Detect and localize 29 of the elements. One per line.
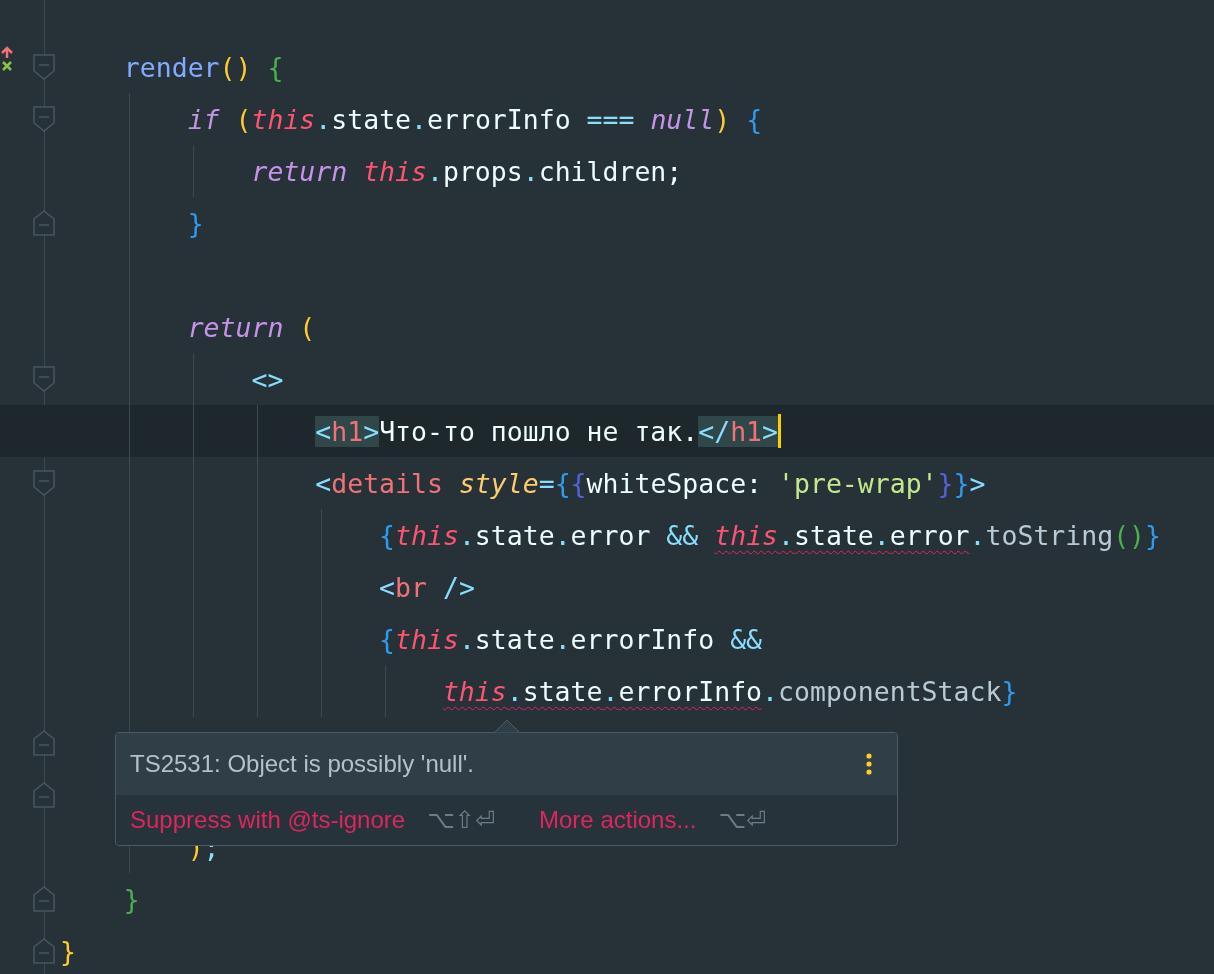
code-line: } [187,207,204,239]
code-line: {this.state.error && this.state.error.toString()} [379,519,1162,551]
fold-icon[interactable] [33,106,55,132]
code-line: <br /> [379,571,475,603]
action-link[interactable]: More actions... [539,806,697,834]
action-link[interactable]: Suppress with @ts-ignore [130,806,406,834]
code-line: return this.props.children; [251,155,683,187]
code-line: this.state.errorInfo.componentStack} [442,675,1018,707]
code-line: } [60,935,76,967]
fold-end-icon[interactable] [33,730,55,756]
code-line: <details style={{whiteSpace: 'pre-wrap'}}> [315,467,986,499]
fold-icon[interactable] [33,54,55,80]
code-line: if (this.state.errorInfo === null) { [187,103,763,135]
keyboard-shortcut: ⌥⇧⏎ [427,806,496,834]
fold-end-icon[interactable] [33,210,55,236]
fold-end-icon[interactable] [33,938,55,964]
code-line: <> [251,363,284,395]
fold-icon[interactable] [33,366,55,392]
code-line: } [123,883,140,915]
keyboard-shortcut: ⌥⏎ [718,806,767,834]
fold-end-icon[interactable] [33,886,55,912]
more-icon[interactable] [865,753,873,775]
fold-icon[interactable] [33,470,55,496]
code-line: return ( [187,311,316,343]
code-line: <h1>Что-то пошло не так.</h1> [315,414,782,448]
error-message: TS2531: Object is possibly 'null'. [130,750,474,778]
fold-end-icon[interactable] [33,782,55,808]
code-line: {this.state.errorInfo && [379,623,763,655]
code-line: render() { [123,51,284,83]
